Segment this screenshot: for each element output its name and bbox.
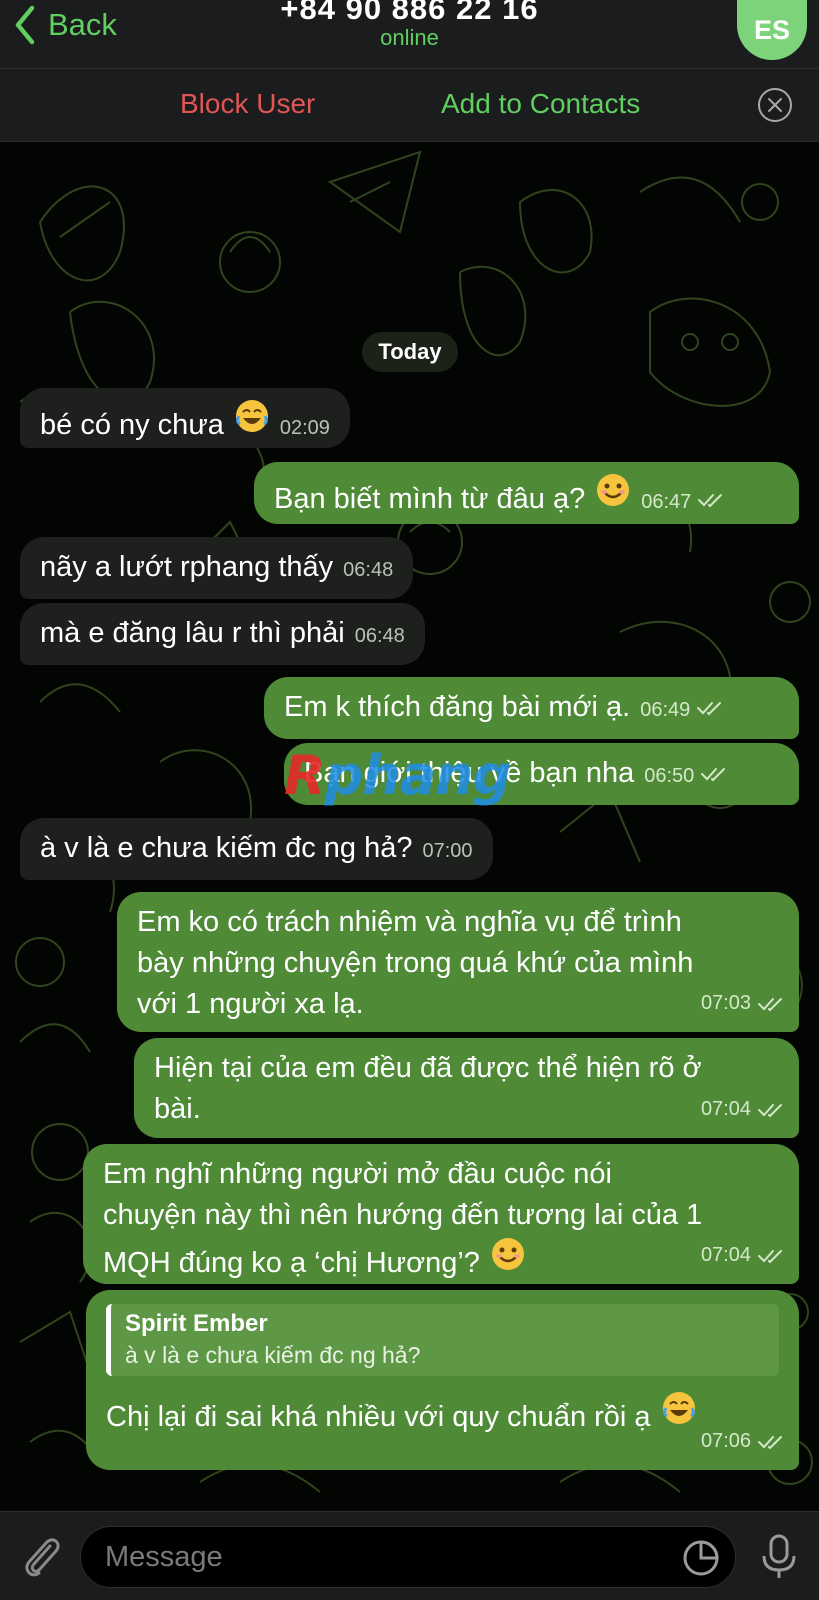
message-time: 07:00 [422,840,473,862]
message-input[interactable]: Message [80,1526,736,1588]
message-time: 06:47 [641,491,692,513]
chat-header: Back +84 90 886 22 16 online ES [0,0,819,68]
message-incoming[interactable]: bé có ny chưa 02:09 [20,388,350,448]
microphone-icon[interactable] [759,1532,799,1582]
reply-quote[interactable]: Spirit Ember à v là e chưa kiếm đc ng hả… [106,1304,779,1376]
online-status: online [380,25,439,50]
double-check-icon [758,997,782,1011]
message-time: 02:09 [279,417,330,439]
reply-author: Spirit Ember [125,1310,268,1337]
message-outgoing[interactable]: Em nghĩ những người mở đầu cuộc nói chuy… [83,1144,799,1284]
message-line: Hiện tại của em đều đã được thể hiện rõ … [154,1052,702,1084]
avatar[interactable]: ES [737,0,807,60]
add-to-contacts-button[interactable]: Add to Contacts [441,88,640,120]
message-input-bar: Message [0,1511,819,1600]
message-outgoing[interactable]: Bạn biết mình từ đâu ạ? 06:47 [254,462,799,524]
double-check-icon [697,702,722,716]
message-text: bé có ny chưa [40,409,224,441]
message-line: chuyện này thì nên hướng đến tương lai c… [103,1199,703,1231]
message-line: bày những chuyện trong quá khứ của mình [137,947,694,979]
message-line: MQH đúng ko ạ ‘chị Hương’? [103,1247,480,1279]
message-time: 07:06 [700,1430,751,1452]
message-line: Em nghĩ những người mở đầu cuộc nói [103,1158,612,1190]
message-placeholder: Message [105,1541,223,1573]
message-time: 07:03 [700,992,751,1014]
message-time: 06:49 [640,699,691,721]
message-time: 06:50 [644,765,695,787]
message-text: Em k thích đăng bài mới ạ. [284,691,631,723]
message-outgoing-reply[interactable]: Spirit Ember à v là e chưa kiếm đc ng hả… [86,1290,799,1470]
message-text: Bạn biết mình từ đâu ạ? [274,483,586,515]
reply-text: à v là e chưa kiếm đc ng hả? [125,1342,421,1368]
message-line: Em ko có trách nhiệm và nghĩa vụ để trìn… [137,906,682,938]
laughing-emoji-icon [662,1392,695,1424]
message-time: 07:04 [700,1098,751,1120]
contact-action-bar: Block User Add to Contacts [0,68,819,142]
message-text: à v là e chưa kiếm đc ng hả? [40,832,413,864]
block-user-button[interactable]: Block User [180,88,315,120]
message-incoming[interactable]: à v là e chưa kiếm đc ng hả? 07:00 [20,818,493,880]
message-time: 06:48 [343,559,394,581]
double-check-icon [701,768,726,782]
laughing-emoji-icon [235,400,268,432]
message-line: với 1 người xa lạ. [137,988,364,1020]
close-icon[interactable] [757,87,793,123]
paperclip-icon[interactable] [20,1532,64,1580]
smiling-emoji-icon [491,1238,524,1270]
sticker-icon[interactable] [681,1538,721,1578]
message-text: nãy a lướt rphang thấy [40,551,334,583]
chat-messages-area[interactable]: Today bé có ny chưa 02:09 Bạn biết mình … [0,142,819,1511]
smiling-emoji-icon [597,474,630,506]
message-outgoing[interactable]: Em k thích đăng bài mới ạ. 06:49 [264,677,799,739]
chat-title-block[interactable]: +84 90 886 22 16 online [0,0,819,51]
date-separator: Today [362,332,458,372]
message-incoming[interactable]: mà e đăng lâu r thì phải 06:48 [20,603,425,665]
message-time: 07:04 [700,1244,751,1266]
contact-phone-title: +84 90 886 22 16 [280,0,539,26]
message-time: 06:48 [354,625,405,647]
message-incoming[interactable]: nãy a lướt rphang thấy 06:48 [20,537,414,599]
watermark-logo: Rphang [284,744,511,807]
message-text: Chị lại đi sai khá nhiều với quy chuẩn r… [106,1401,651,1433]
message-outgoing[interactable]: Hiện tại của em đều đã được thể hiện rõ … [134,1038,799,1138]
message-line: bài. [154,1093,201,1125]
message-text: mà e đăng lâu r thì phải [40,617,345,649]
double-check-icon [758,1103,782,1117]
double-check-icon [698,494,723,508]
message-outgoing[interactable]: Em ko có trách nhiệm và nghĩa vụ để trìn… [117,892,799,1032]
double-check-icon [758,1249,782,1263]
double-check-icon [758,1435,782,1449]
